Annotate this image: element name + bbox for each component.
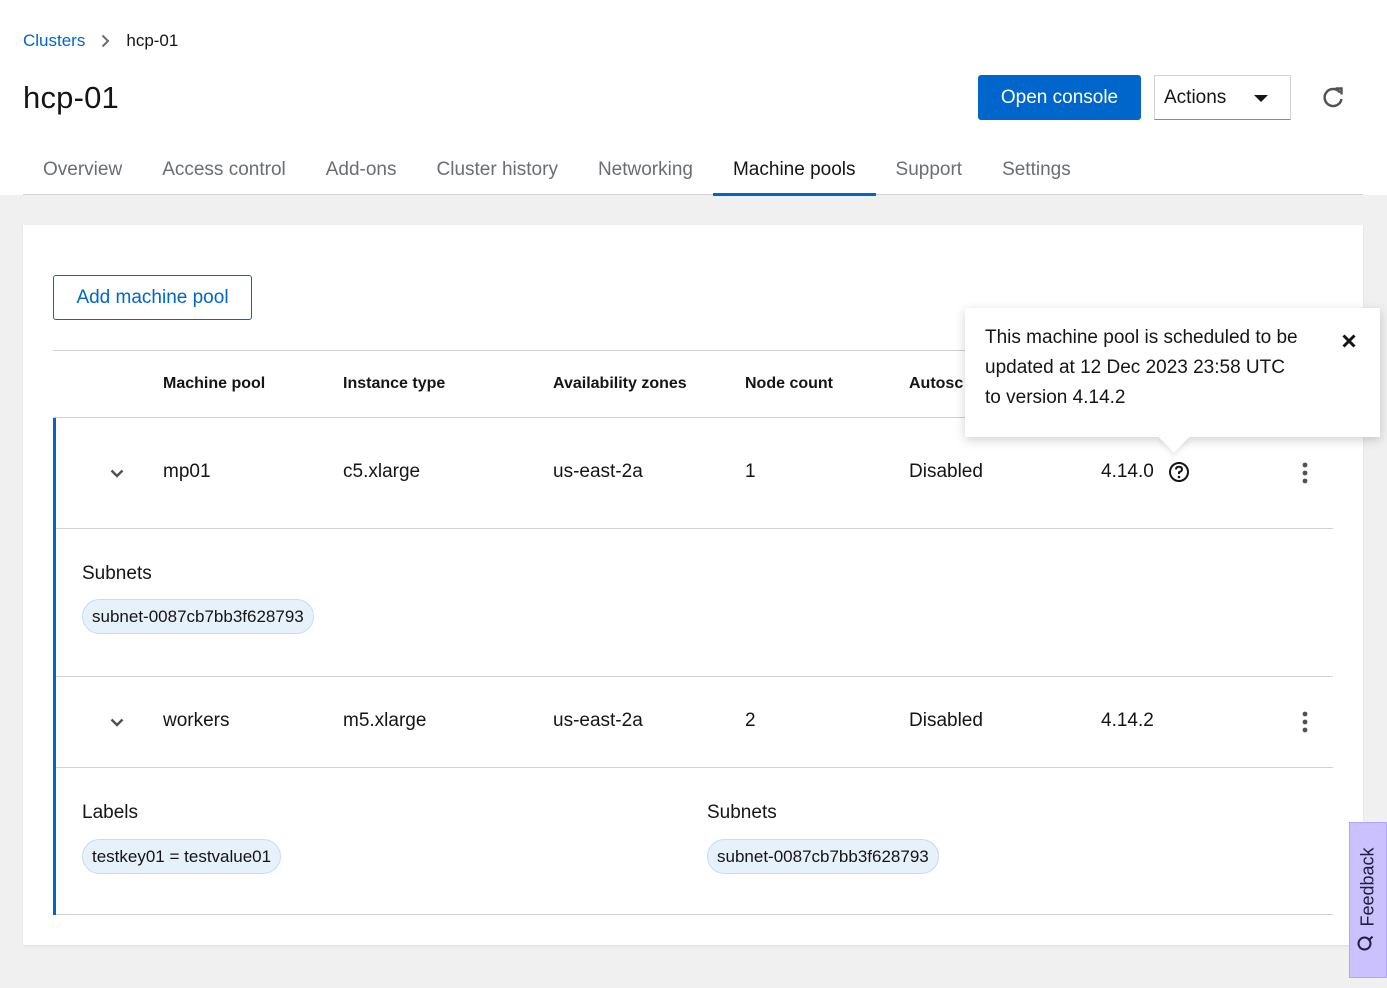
availability-zones: us-east-2a — [553, 461, 643, 482]
breadcrumb-current: hcp-01 — [126, 31, 179, 50]
version-update-popover: This machine pool is scheduled to be upd… — [965, 308, 1380, 453]
feedback-button[interactable]: Feedback — [1349, 822, 1387, 978]
popover-text: This machine pool is scheduled to be upd… — [985, 327, 1298, 408]
pool-name: workers — [163, 710, 230, 731]
caret-down-icon — [1254, 95, 1268, 102]
availability-zones: us-east-2a — [553, 710, 643, 731]
kebab-icon[interactable] — [1295, 458, 1315, 488]
pool-name: mp01 — [163, 461, 211, 482]
column-node-count[interactable]: Node count — [745, 375, 833, 393]
page-header: Clusters hcp-01 hcp-01 Open console Acti… — [0, 0, 1387, 196]
label-chip: testkey01 = testvalue01 — [82, 839, 282, 874]
actions-label: Actions — [1164, 86, 1227, 108]
open-console-button[interactable]: Open console — [978, 75, 1141, 120]
tab-overview[interactable]: Overview — [23, 147, 142, 195]
tab-support[interactable]: Support — [876, 147, 983, 195]
chevron-down-icon[interactable] — [106, 462, 128, 484]
column-autoscaling[interactable]: Autosc — [909, 375, 963, 393]
refresh-icon[interactable] — [1318, 83, 1348, 113]
expanded-details: Subnets subnet-0087cb7bb3f628793 — [56, 529, 1333, 677]
feedback-icon — [1357, 935, 1380, 953]
breadcrumb: Clusters hcp-01 — [23, 31, 178, 51]
chevron-down-icon[interactable] — [106, 711, 128, 733]
page-title: hcp-01 — [23, 80, 119, 115]
version: 4.14.2 — [1101, 710, 1154, 731]
column-machine-pool[interactable]: Machine pool — [163, 375, 265, 393]
table-row: workers m5.xlarge us-east-2a 2 Disabled … — [56, 677, 1333, 768]
feedback-label-wrap: Feedback — [1357, 847, 1380, 952]
actions-dropdown[interactable]: Actions — [1154, 75, 1291, 120]
node-count: 1 — [745, 461, 756, 482]
feedback-label: Feedback — [1357, 847, 1378, 927]
tab-access-control[interactable]: Access control — [142, 147, 306, 195]
kebab-icon[interactable] — [1295, 707, 1315, 737]
instance-type: c5.xlarge — [343, 461, 421, 482]
chevron-right-icon — [101, 34, 110, 48]
column-availability-zones[interactable]: Availability zones — [553, 375, 687, 393]
subnets-title: Subnets — [82, 563, 152, 584]
tab-settings[interactable]: Settings — [982, 147, 1091, 195]
breadcrumb-clusters-link[interactable]: Clusters — [23, 31, 85, 51]
tab-add-ons[interactable]: Add-ons — [306, 147, 417, 195]
column-instance-type[interactable]: Instance type — [343, 375, 445, 393]
tab-cluster-history[interactable]: Cluster history — [417, 147, 578, 195]
subnet-chip: subnet-0087cb7bb3f628793 — [707, 839, 939, 874]
node-count: 2 — [745, 710, 756, 731]
tab-bar: Overview Access control Add-ons Cluster … — [23, 147, 1363, 196]
machine-pool-group-mp01: mp01 c5.xlarge us-east-2a 1 Disabled 4.1… — [53, 418, 1333, 915]
add-machine-pool-button[interactable]: Add machine pool — [53, 275, 252, 320]
tab-machine-pools[interactable]: Machine pools — [712, 147, 876, 196]
subnets-title: Subnets — [707, 802, 777, 823]
subnet-chip: subnet-0087cb7bb3f628793 — [82, 599, 314, 634]
version: 4.14.0 — [1101, 461, 1154, 482]
autoscaling: Disabled — [909, 710, 983, 731]
instance-type: m5.xlarge — [343, 710, 427, 731]
expanded-details: Labels testkey01 = testvalue01 Subnets s… — [56, 768, 1333, 915]
close-icon[interactable] — [1338, 330, 1360, 352]
autoscaling: Disabled — [909, 461, 983, 482]
tab-networking[interactable]: Networking — [578, 147, 713, 195]
help-icon[interactable] — [1168, 461, 1190, 483]
labels-title: Labels — [82, 802, 138, 823]
